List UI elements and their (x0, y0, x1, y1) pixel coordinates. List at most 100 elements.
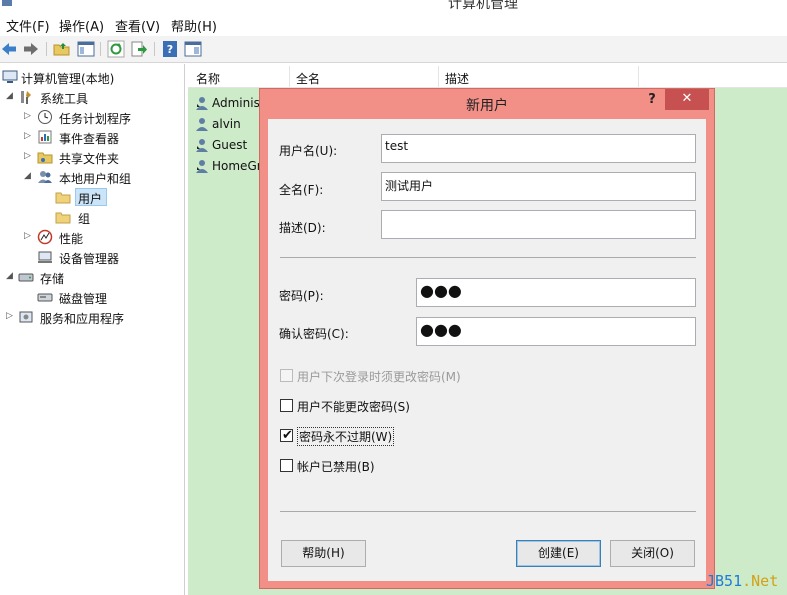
collapse-arrow-icon[interactable]: ◢ (6, 91, 14, 101)
device-manager-icon (37, 249, 53, 265)
app-icon (2, 0, 12, 6)
menu-view[interactable]: 查看(V) (115, 16, 160, 35)
column-header-description[interactable]: 描述 (445, 70, 469, 87)
tree-label: 设备管理器 (59, 252, 120, 266)
menu-action[interactable]: 操作(A) (59, 16, 104, 35)
confirm-password-field[interactable]: ●●● (416, 317, 696, 346)
column-divider[interactable] (438, 66, 439, 88)
shared-folder-icon (37, 149, 53, 165)
toolbar: ? (0, 36, 787, 63)
users-group-icon (37, 169, 53, 185)
column-divider[interactable] (289, 66, 290, 88)
user-icon (194, 137, 210, 153)
user-name: Guest (212, 138, 248, 152)
password-field[interactable]: ●●● (416, 278, 696, 307)
toolbar-separator (154, 42, 155, 56)
user-icon (194, 158, 210, 174)
disk-icon (37, 289, 53, 305)
refresh-icon[interactable] (107, 40, 125, 58)
expand-arrow-icon[interactable]: ▷ (24, 231, 32, 241)
tree-label: 组 (78, 212, 91, 226)
collapse-arrow-icon[interactable]: ◢ (24, 171, 32, 181)
checkbox-box[interactable]: ✔ (280, 428, 293, 443)
close-icon[interactable]: ✕ (665, 89, 709, 110)
confirm-password-label: 确认密码(C): (279, 327, 349, 341)
close-button[interactable]: 关闭(O) (610, 540, 695, 567)
divider (280, 511, 696, 512)
username-label: 用户名(U): (279, 144, 338, 158)
fullname-field[interactable]: 测试用户 (381, 172, 696, 201)
help-icon[interactable]: ? (161, 40, 179, 58)
user-name: alvin (212, 117, 241, 131)
tools-icon (18, 89, 34, 105)
window-title-bar: 计算机管理 (0, 0, 787, 12)
tree-label: 性能 (59, 232, 84, 246)
list-header: 名称 全名 描述 (188, 66, 787, 88)
user-name: HomeGr (212, 159, 262, 173)
help-icon[interactable]: ? (643, 92, 661, 110)
checkbox-box[interactable] (280, 399, 293, 412)
tree-label: 任务计划程序 (59, 112, 132, 126)
folder-icon (55, 189, 71, 205)
dialog-title-bar[interactable]: 新用户 ? ✕ (260, 89, 714, 117)
new-user-dialog: 新用户 ? ✕ 用户名(U): test 全名(F): 测试用户 描述(D): … (259, 88, 715, 589)
site-watermark: JB51.Net (706, 572, 779, 590)
fullname-label: 全名(F): (279, 183, 324, 197)
expand-arrow-icon[interactable]: ▷ (24, 131, 32, 141)
properties-icon[interactable] (184, 40, 202, 58)
svg-text:?: ? (167, 43, 173, 56)
tree-label: 存储 (40, 272, 65, 286)
menu-help[interactable]: 帮助(H) (171, 16, 217, 35)
show-hide-tree-icon[interactable] (77, 40, 95, 58)
menu-file[interactable]: 文件(F) (6, 16, 50, 35)
help-button[interactable]: 帮助(H) (281, 540, 366, 567)
storage-icon (18, 269, 34, 285)
user-icon (194, 116, 210, 132)
tree-label: 磁盘管理 (59, 292, 108, 306)
export-icon[interactable] (130, 40, 148, 58)
user-name: Administ (212, 96, 265, 110)
user-icon (194, 95, 210, 111)
collapse-arrow-icon[interactable]: ◢ (6, 271, 14, 281)
forward-icon[interactable] (22, 40, 40, 58)
checkbox-label: 帐户已禁用(B) (297, 460, 375, 474)
clock-icon (37, 109, 53, 125)
tree-label: 本地用户和组 (59, 172, 132, 186)
column-divider[interactable] (638, 66, 639, 88)
tree-label: 系统工具 (40, 92, 89, 106)
dialog-body: 用户名(U): test 全名(F): 测试用户 描述(D): 密码(P): ●… (268, 119, 706, 581)
folder-icon (55, 209, 71, 225)
checkbox-label: 用户下次登录时须更改密码(M) (297, 370, 461, 384)
checkmark-icon: ✔ (282, 428, 293, 443)
column-header-fullname[interactable]: 全名 (296, 70, 320, 87)
checkbox-box[interactable] (280, 459, 293, 472)
computer-icon (2, 69, 18, 85)
create-button[interactable]: 创建(E) (516, 540, 601, 567)
toolbar-separator (46, 42, 47, 56)
description-label: 描述(D): (279, 221, 326, 235)
password-label: 密码(P): (279, 289, 324, 303)
checkbox-label: 密码永不过期(W) (297, 427, 395, 446)
expand-arrow-icon[interactable]: ▷ (6, 311, 14, 321)
event-log-icon (37, 129, 53, 145)
up-folder-icon[interactable] (53, 40, 71, 58)
description-field[interactable] (381, 210, 696, 239)
expand-arrow-icon[interactable]: ▷ (24, 111, 32, 121)
checkbox-box[interactable] (280, 369, 293, 382)
toolbar-separator (100, 42, 101, 56)
menu-bar: 文件(F) 操作(A) 查看(V) 帮助(H) (0, 12, 787, 36)
checkbox-label: 用户不能更改密码(S) (297, 400, 410, 414)
navigation-tree: 计算机管理(本地) ◢ 系统工具 ▷ 任务计划程序 ▷ 事件查看器 ▷ 共享文件… (0, 64, 185, 595)
services-icon (18, 309, 34, 325)
tree-label: 服务和应用程序 (40, 312, 125, 326)
tree-label: 计算机管理(本地) (21, 72, 115, 86)
divider (280, 257, 696, 258)
column-header-name[interactable]: 名称 (196, 70, 220, 87)
performance-icon (37, 229, 53, 245)
tree-label: 共享文件夹 (59, 152, 120, 166)
username-field[interactable]: test (381, 134, 696, 163)
back-icon[interactable] (0, 40, 18, 58)
tree-label: 事件查看器 (59, 132, 120, 146)
tree-label: 用户 (78, 192, 103, 206)
expand-arrow-icon[interactable]: ▷ (24, 151, 32, 161)
